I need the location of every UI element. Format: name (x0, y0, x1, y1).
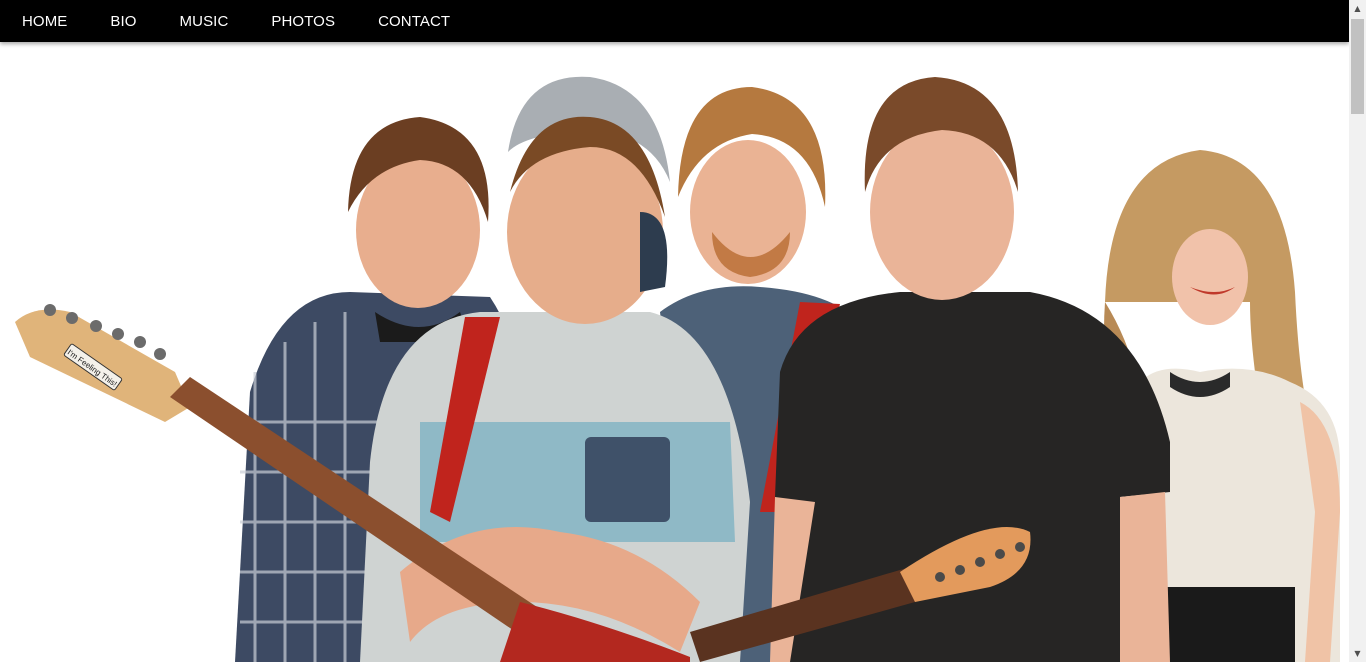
nav-item-home[interactable]: HOME (22, 13, 67, 30)
nav-item-photos[interactable]: PHOTOS (271, 13, 335, 30)
nav-item-contact[interactable]: CONTACT (378, 13, 450, 30)
scroll-down-arrow-icon[interactable]: ▼ (1349, 645, 1366, 662)
hero-band-photo: I'm Feeling This! (0, 42, 1349, 662)
nav-item-music[interactable]: MUSIC (180, 13, 229, 30)
page-scrollbar[interactable]: ▲ ▼ (1349, 0, 1366, 662)
scroll-up-arrow-icon[interactable]: ▲ (1349, 0, 1366, 17)
scroll-thumb[interactable] (1351, 19, 1364, 114)
band-photo-illustration: I'm Feeling This! (0, 42, 1349, 662)
nav-item-bio[interactable]: BIO (110, 13, 136, 30)
page: HOME BIO MUSIC PHOTOS CONTACT I'm Feelin… (0, 0, 1366, 662)
nav-list: HOME BIO MUSIC PHOTOS CONTACT (0, 0, 1349, 42)
top-navbar: HOME BIO MUSIC PHOTOS CONTACT (0, 0, 1349, 42)
